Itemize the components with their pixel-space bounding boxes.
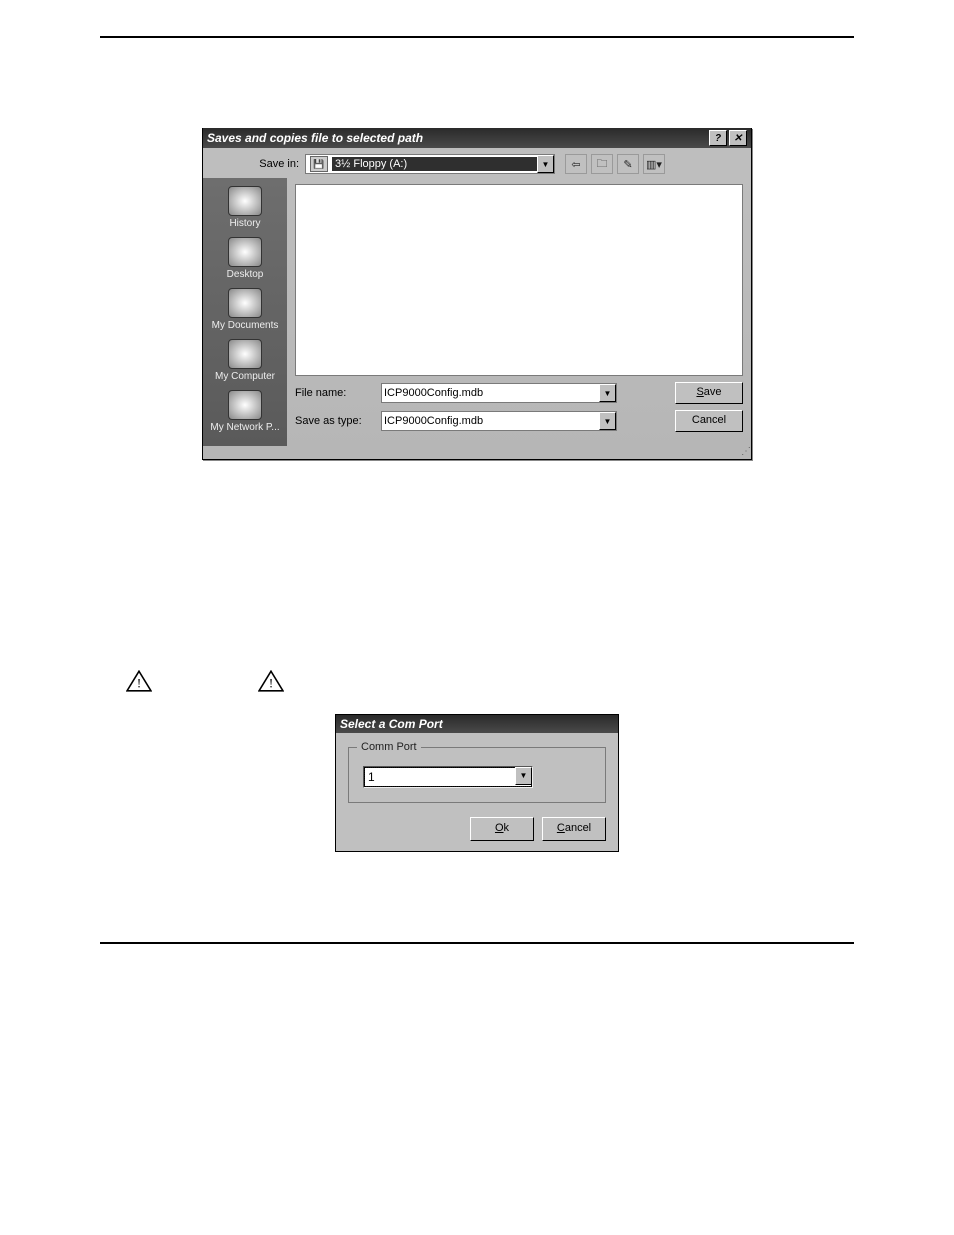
- cancel-button[interactable]: Cancel: [542, 817, 606, 841]
- save-as-type-dropdown[interactable]: ICP9000Config.mdb ▼: [381, 411, 617, 431]
- comm-port-legend: Comm Port: [357, 741, 421, 753]
- save-in-value: 3½ Floppy (A:): [332, 157, 554, 171]
- my-network-icon: [228, 390, 262, 420]
- save-as-type-label: Save as type:: [295, 415, 381, 427]
- warning-icon: !: [126, 670, 152, 692]
- places-bar: History Desktop My Documents My Computer…: [203, 178, 287, 446]
- select-com-port-dialog: Select a Com Port Comm Port 1 ▼ Ok Cance…: [335, 714, 619, 852]
- chevron-down-icon[interactable]: ▼: [599, 384, 616, 402]
- places-history-label: History: [228, 218, 262, 229]
- svg-text:!: !: [269, 676, 273, 691]
- save-in-label: Save in:: [203, 158, 305, 170]
- bottom-rule: [100, 942, 854, 944]
- close-button[interactable]: ✕: [729, 130, 747, 146]
- file-list[interactable]: [295, 184, 743, 376]
- places-my-network-label: My Network P...: [210, 422, 279, 433]
- places-my-documents[interactable]: My Documents: [212, 288, 279, 331]
- back-icon[interactable]: ⇦: [565, 154, 587, 174]
- places-desktop-label: Desktop: [227, 269, 264, 280]
- svg-text:!: !: [137, 676, 141, 691]
- ok-button[interactable]: Ok: [470, 817, 534, 841]
- places-my-documents-label: My Documents: [212, 320, 279, 331]
- top-rule: [100, 36, 854, 38]
- save-as-type-value: ICP9000Config.mdb: [384, 415, 483, 427]
- save-in-dropdown[interactable]: 💾 3½ Floppy (A:) ▼: [305, 154, 555, 174]
- file-name-input[interactable]: ICP9000Config.mdb ▼: [381, 383, 617, 403]
- floppy-drive-icon: 💾: [310, 156, 328, 172]
- places-my-network[interactable]: My Network P...: [210, 390, 279, 433]
- save-as-title: Saves and copies file to selected path: [207, 131, 423, 145]
- save-button[interactable]: Save: [675, 382, 743, 404]
- help-button[interactable]: ?: [709, 130, 727, 146]
- cancel-button[interactable]: Cancel: [675, 410, 743, 432]
- places-my-computer-label: My Computer: [215, 371, 275, 382]
- views-icon[interactable]: ▥▾: [643, 154, 665, 174]
- warning-icons-row: ! !: [126, 670, 854, 692]
- chevron-down-icon[interactable]: ▼: [515, 767, 532, 785]
- places-my-computer[interactable]: My Computer: [215, 339, 275, 382]
- chevron-down-icon[interactable]: ▼: [599, 412, 616, 430]
- my-documents-icon: [228, 288, 262, 318]
- resize-grip[interactable]: ⋰: [203, 446, 751, 459]
- comm-port-group: Comm Port 1 ▼: [348, 747, 606, 803]
- save-as-toolbar: ⇦ 🗀 ✎ ▥▾: [565, 154, 665, 174]
- file-name-label: File name:: [295, 387, 381, 399]
- my-computer-icon: [228, 339, 262, 369]
- places-history[interactable]: History: [228, 186, 262, 229]
- comm-port-dropdown[interactable]: 1 ▼: [363, 766, 533, 788]
- warning-icon: !: [258, 670, 284, 692]
- com-port-title: Select a Com Port: [340, 717, 443, 731]
- comm-port-value: 1: [368, 768, 375, 786]
- file-name-value: ICP9000Config.mdb: [384, 387, 483, 399]
- com-port-titlebar: Select a Com Port: [336, 715, 618, 733]
- save-as-titlebar: Saves and copies file to selected path ?…: [203, 128, 751, 148]
- save-as-dialog: Saves and copies file to selected path ?…: [202, 128, 752, 460]
- chevron-down-icon[interactable]: ▼: [537, 155, 554, 173]
- new-folder-icon[interactable]: ✎: [617, 154, 639, 174]
- places-desktop[interactable]: Desktop: [227, 237, 264, 280]
- desktop-icon: [228, 237, 262, 267]
- up-one-level-icon[interactable]: 🗀: [591, 154, 613, 174]
- history-icon: [228, 186, 262, 216]
